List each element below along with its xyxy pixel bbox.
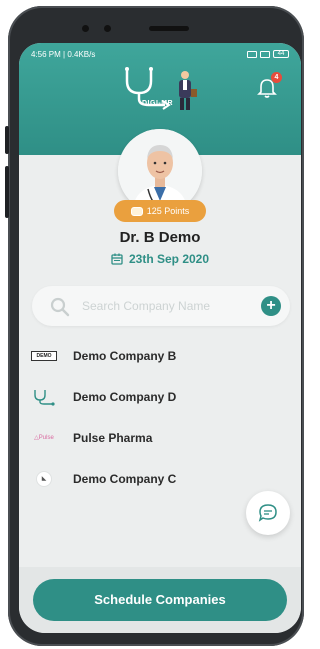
stethoscope-icon (34, 389, 55, 406)
search-icon (50, 297, 70, 317)
company-name: Demo Company B (73, 348, 177, 363)
notification-badge: 4 (271, 72, 282, 83)
earpiece-speaker (149, 26, 189, 31)
company-logo: ◣ (30, 470, 58, 488)
app-screen: 4:56 PM | 0.4KB/s 44 DIGI-MR 4 125 Point… (19, 43, 301, 633)
battery-icon: 44 (273, 50, 289, 58)
add-company-button[interactable]: + (261, 296, 281, 316)
points-label: 125 Points (146, 206, 190, 216)
doctor-name: Dr. B Demo (119, 229, 201, 246)
company-c-logo-icon: ◣ (36, 470, 52, 487)
status-bar: 4:56 PM | 0.4KB/s 44 (31, 48, 289, 60)
coins-icon (130, 206, 143, 216)
company-name: Pulse Pharma (73, 430, 153, 445)
company-logo (30, 388, 58, 406)
list-item[interactable]: DEMO Demo Company B (19, 335, 301, 376)
company-logo: △Pulse (30, 429, 58, 447)
points-badge: 125 Points (114, 200, 206, 222)
company-name: Demo Company C (73, 471, 177, 486)
status-time: 4:56 PM | 0.4KB/s (31, 49, 96, 59)
chat-button[interactable] (246, 491, 290, 535)
power-button (5, 166, 9, 218)
status-icons: 44 (247, 50, 289, 58)
company-logo: DEMO (30, 347, 58, 365)
signal-icon (247, 50, 257, 58)
search-bar: + (32, 286, 290, 326)
demo-logo-icon: DEMO (31, 350, 57, 361)
search-input[interactable] (82, 296, 252, 316)
volume-button (5, 126, 9, 154)
front-camera (82, 25, 89, 32)
company-name: Demo Company D (73, 389, 177, 404)
pulse-logo-icon: △Pulse (34, 435, 54, 441)
date-label: 23th Sep 2020 (128, 252, 210, 266)
calendar-icon (111, 253, 123, 265)
logo-text: DIGI-MR (142, 100, 174, 107)
sensor (104, 25, 111, 32)
chat-icon (258, 504, 277, 522)
company-list: DEMO Demo Company B Demo Company D △Puls… (19, 335, 301, 499)
date-row: 23th Sep 2020 (19, 252, 301, 266)
list-item[interactable]: Demo Company D (19, 376, 301, 417)
list-item[interactable]: △Pulse Pulse Pharma (19, 417, 301, 458)
schedule-companies-button[interactable]: Schedule Companies (33, 579, 287, 621)
pulse-logo-text: Pulse (38, 435, 54, 441)
wifi-icon (260, 50, 270, 58)
